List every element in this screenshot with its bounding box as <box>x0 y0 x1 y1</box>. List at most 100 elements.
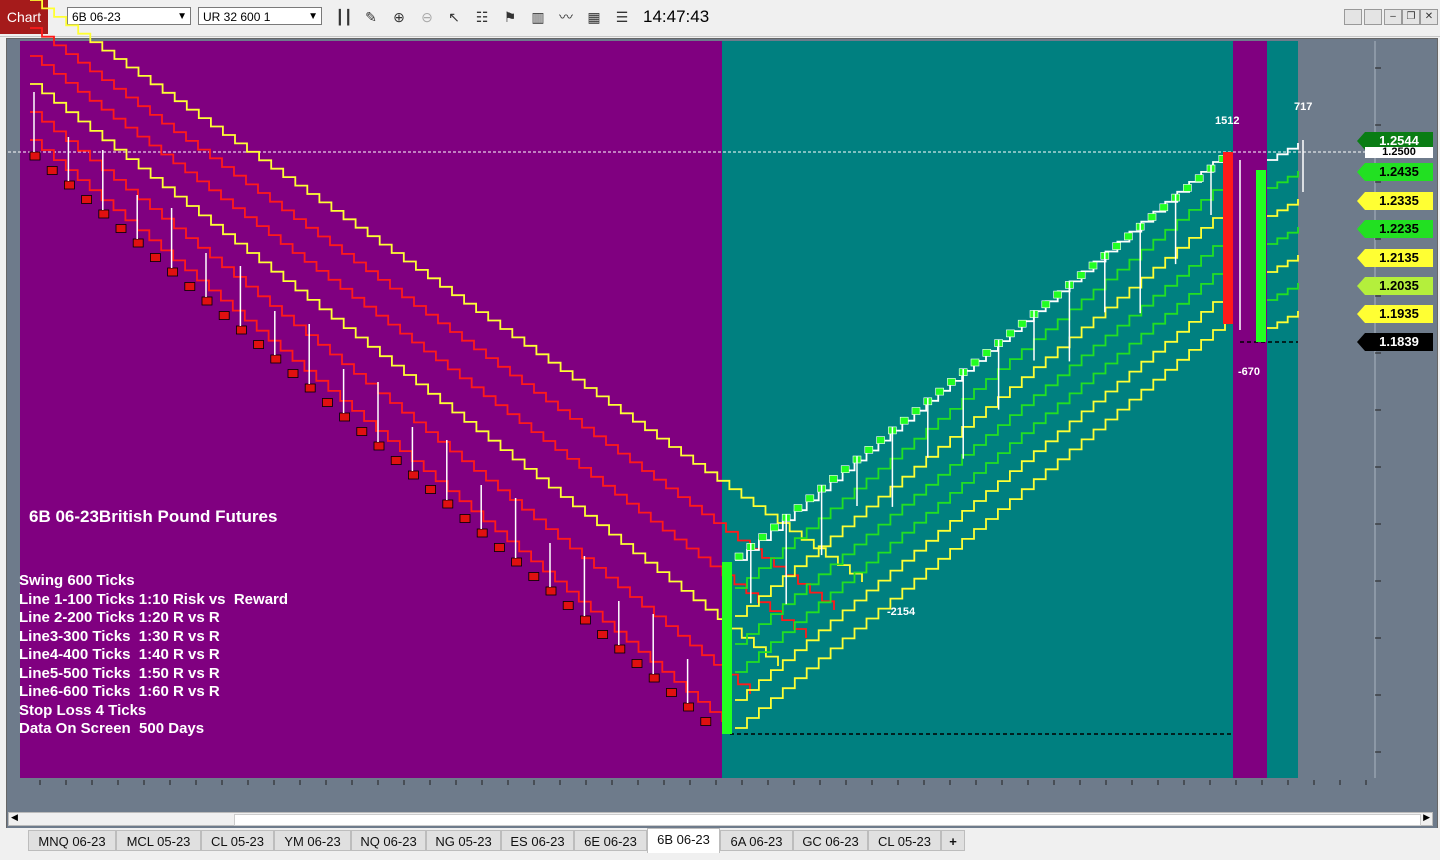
down-bar <box>98 209 110 219</box>
down-bar <box>631 659 643 668</box>
down-bar <box>666 688 677 697</box>
down-bar <box>407 470 419 480</box>
down-bar <box>304 383 316 393</box>
down-bar <box>201 296 213 306</box>
up-bar <box>1183 184 1192 192</box>
instrument-title: 6B 06-23British Pound Futures <box>29 507 278 526</box>
down-bar <box>253 340 265 349</box>
down-bar <box>648 673 660 683</box>
down-bar <box>562 601 574 610</box>
down-bar <box>425 485 437 494</box>
up-bar <box>935 387 944 396</box>
down-bar <box>29 151 41 161</box>
up-bar <box>758 533 767 541</box>
tab-ng-05-23[interactable]: NG 05-23 <box>426 830 501 851</box>
down-bar <box>64 180 75 190</box>
price-label: 1.2500 <box>1365 147 1433 158</box>
up-bar <box>899 416 909 425</box>
scroll-left-icon[interactable]: ◀ <box>11 812 18 823</box>
tab-nq-06-23[interactable]: NQ 06-23 <box>351 830 426 851</box>
tab-ym-06-23[interactable]: YM 06-23 <box>274 830 351 851</box>
tab-mnq-06-23[interactable]: MNQ 06-23 <box>28 830 116 851</box>
down-bar <box>270 354 282 364</box>
down-bar <box>356 427 368 436</box>
price-label: 1.2235 <box>1357 220 1433 238</box>
down-bar <box>390 456 402 465</box>
up-bar <box>805 494 815 503</box>
down-bar <box>614 644 626 654</box>
tab-6e-06-23[interactable]: 6E 06-23 <box>574 830 647 851</box>
down-bar <box>184 282 196 291</box>
up-bar <box>1017 319 1027 328</box>
up-bar <box>876 436 885 444</box>
down-bar <box>132 238 144 248</box>
price-label: 1.1935 <box>1357 305 1433 323</box>
up-bar <box>793 504 803 512</box>
up-bar <box>1006 329 1015 338</box>
info-line: Line5-500 Ticks 1:50 R vs R <box>19 664 220 682</box>
up-bar <box>734 552 744 561</box>
down-bar <box>373 441 385 451</box>
scroll-right-icon[interactable]: ▶ <box>1423 812 1430 823</box>
price-label: 1.2035 <box>1357 277 1433 295</box>
up-bar <box>1159 203 1169 212</box>
down-bar <box>528 572 540 581</box>
price-label: 1.2335 <box>1357 192 1433 210</box>
info-line: Line3-300 Ticks 1:30 R vs R <box>19 627 220 645</box>
tab-mcl-05-23[interactable]: MCL 05-23 <box>116 830 201 851</box>
down-bar <box>683 702 694 712</box>
price-label: 1.2435 <box>1357 163 1433 181</box>
scrollbar-thumb[interactable] <box>234 814 1421 826</box>
up-bar <box>1088 261 1098 270</box>
up-bar <box>982 348 992 357</box>
info-line: Line6-600 Ticks 1:60 R vs R <box>19 683 220 700</box>
down-bar <box>459 514 471 523</box>
down-bar <box>218 311 230 320</box>
swing-bar-down <box>1223 152 1233 324</box>
tab-gc-06-23[interactable]: GC 06-23 <box>793 830 868 851</box>
swing-label: -2154 <box>887 606 916 618</box>
down-bar <box>115 224 127 233</box>
horizontal-scrollbar[interactable]: ◀ ▶ <box>8 812 1433 826</box>
down-bar <box>46 166 58 175</box>
swing-label: 1512 <box>1215 115 1240 127</box>
down-bar <box>545 586 557 596</box>
swing-bar-up <box>722 562 732 734</box>
down-bar <box>580 615 591 625</box>
down-bar <box>511 557 523 567</box>
strategy-info: Swing 600 Ticks Line 1-100 Ticks 1:10 Ri… <box>19 572 288 739</box>
price-label: 1.1839 <box>1357 333 1433 351</box>
info-line: Stop Loss 4 Ticks <box>19 701 147 719</box>
info-line: Line 1-100 Ticks 1:10 Risk vs Reward <box>19 590 289 608</box>
add-tab-button[interactable]: + <box>941 830 965 851</box>
down-bar <box>287 369 299 378</box>
down-bar <box>81 195 92 204</box>
down-bar <box>700 717 712 726</box>
down-bar <box>167 267 179 277</box>
up-bar <box>1041 300 1051 309</box>
tab-cl-05-23[interactable]: CL 05-23 <box>201 830 274 851</box>
info-line: Swing 600 Ticks <box>19 572 135 589</box>
down-bar <box>235 325 247 335</box>
price-label: 1.2135 <box>1357 249 1433 267</box>
info-line: Data On Screen 500 Days <box>19 720 205 737</box>
up-bar <box>1112 242 1121 250</box>
down-bar <box>442 499 454 509</box>
tab-es-06-23[interactable]: ES 06-23 <box>501 830 574 851</box>
up-bar <box>770 523 779 532</box>
up-bar <box>829 475 838 483</box>
down-bar <box>597 630 608 639</box>
down-bar <box>339 412 351 422</box>
up-bar <box>840 465 850 474</box>
up-bar <box>970 358 980 367</box>
up-bar <box>947 378 956 386</box>
swing-bar-up <box>1256 170 1266 342</box>
tab-cl-05-23-b[interactable]: CL 05-23 <box>868 830 941 851</box>
up-bar <box>1053 290 1062 299</box>
tab-6a-06-23[interactable]: 6A 06-23 <box>720 830 793 851</box>
down-bar <box>321 398 333 407</box>
down-bar <box>493 543 505 552</box>
down-bar <box>476 528 488 538</box>
up-bar <box>1076 271 1086 280</box>
tab-6b-06-23[interactable]: 6B 06-23 <box>647 828 720 853</box>
